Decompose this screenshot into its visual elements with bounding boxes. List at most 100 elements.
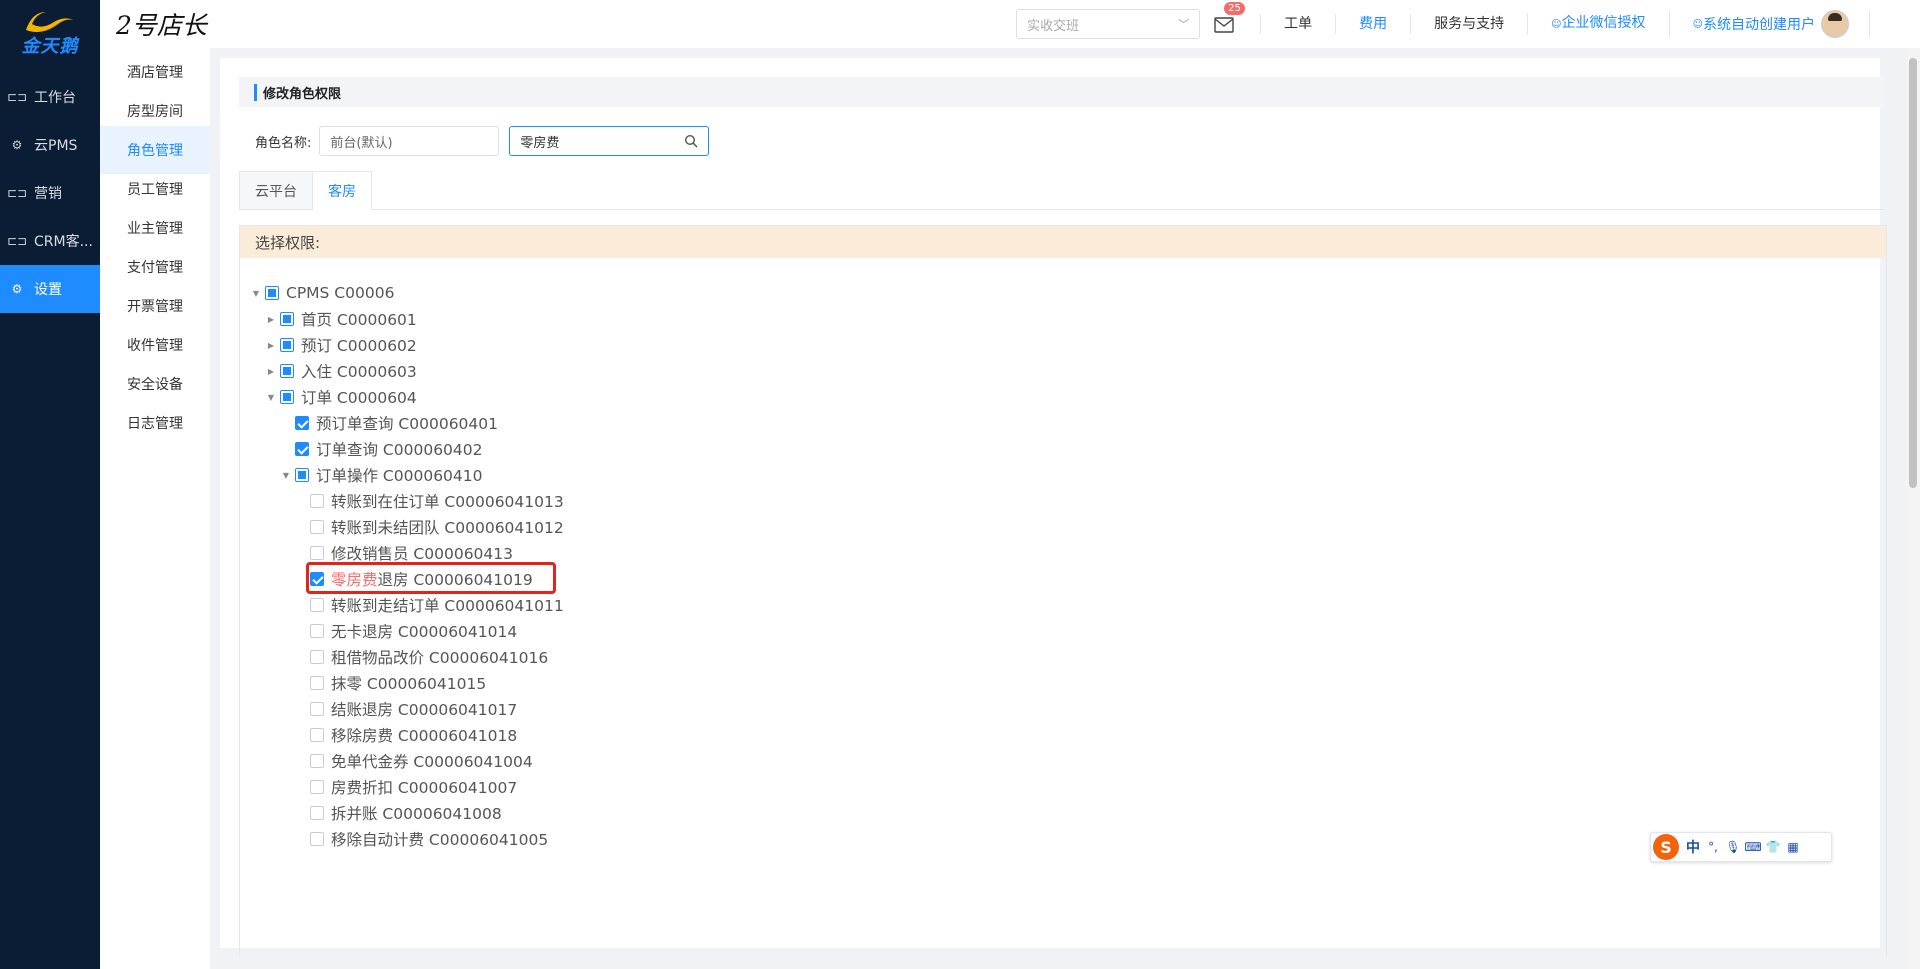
role-name-value: 前台(默认) bbox=[330, 135, 393, 151]
shift-select[interactable]: 实收交班 ﹀ bbox=[1016, 9, 1201, 39]
tree-checkbox[interactable] bbox=[295, 416, 309, 430]
sidebar-item-2[interactable]: ⊏⊐ 营销 bbox=[0, 169, 100, 217]
dashboard-icon: ⊏⊐ bbox=[6, 90, 28, 104]
tree-checkbox[interactable] bbox=[280, 390, 294, 404]
sidebar-item-label: 设置 bbox=[34, 282, 62, 298]
role-name-input[interactable]: 前台(默认) bbox=[319, 126, 500, 156]
search-match-text: 零房费 bbox=[331, 571, 378, 589]
tree-checkbox[interactable] bbox=[310, 650, 324, 664]
mail-count-badge: 25 bbox=[1224, 2, 1245, 15]
sidebar-item-3[interactable]: ⊏⊐ CRM客... bbox=[0, 217, 100, 265]
tree-checkbox[interactable] bbox=[310, 572, 324, 586]
tree-node-label: 转账到在住订单 C00006041013 bbox=[331, 493, 564, 511]
tree-checkbox[interactable] bbox=[310, 806, 324, 820]
skin-icon[interactable]: 👕 bbox=[1763, 840, 1783, 854]
role-name-label: 角色名称: bbox=[255, 135, 312, 151]
keyboard-icon[interactable]: ⌨ bbox=[1743, 840, 1763, 854]
service-support-link[interactable]: 服务与支持 bbox=[1410, 14, 1527, 34]
logo[interactable]: 金天鹅 bbox=[0, 0, 100, 62]
tree-node-label: 转账到走结订单 C00006041011 bbox=[331, 597, 564, 615]
top-header: 2号店长 实收交班 ﹀ 25 工单 费用 服务与支持 ☺企业微信授权 ☺ 系统自… bbox=[100, 0, 1920, 48]
tree-node-label: 首页 C0000601 bbox=[301, 311, 417, 329]
tree-checkbox[interactable] bbox=[310, 754, 324, 768]
tree-checkbox[interactable] bbox=[265, 286, 279, 300]
sidebar-item-4[interactable]: ⚙ 设置 bbox=[0, 265, 100, 313]
ime-lang-toggle[interactable]: 中 bbox=[1683, 837, 1703, 857]
microphone-icon[interactable]: 🎙 bbox=[1723, 840, 1743, 854]
tree-checkbox[interactable] bbox=[280, 364, 294, 378]
crm-icon: ⊏⊐ bbox=[6, 234, 28, 248]
sidebar-item-label: 云PMS bbox=[34, 138, 78, 154]
tree-checkbox[interactable] bbox=[280, 312, 294, 326]
tree-checkbox[interactable] bbox=[310, 702, 324, 716]
expense-link[interactable]: 费用 bbox=[1335, 14, 1410, 34]
permission-search-input[interactable]: 零房费 bbox=[509, 126, 710, 156]
user-outline-icon: ☺ bbox=[1692, 18, 1703, 30]
tree-node[interactable]: ▶移除自动计费 C00006041005 bbox=[240, 823, 1886, 855]
tree-node-label: 退房 C00006041019 bbox=[377, 571, 533, 589]
work-order-link[interactable]: 工单 bbox=[1260, 14, 1335, 34]
submenu-item[interactable]: 日志管理 bbox=[100, 399, 210, 447]
logo-text: 金天鹅 bbox=[21, 36, 79, 57]
tree-checkbox[interactable] bbox=[310, 546, 324, 560]
sidebar-item-0[interactable]: ⊏⊐ 工作台 bbox=[0, 73, 100, 121]
tree-node-label: 租借物品改价 C00006041016 bbox=[331, 649, 549, 667]
tree-node-label: 订单 C0000604 bbox=[301, 389, 417, 407]
gear-icon: ⚙ bbox=[11, 138, 23, 152]
avatar[interactable] bbox=[1821, 10, 1849, 38]
caret-down-icon[interactable]: ▼ bbox=[262, 393, 280, 402]
tree-node-label: 移除自动计费 C00006041005 bbox=[331, 831, 549, 849]
caret-down-icon[interactable]: ▼ bbox=[277, 471, 295, 480]
tree-node-label: 预订单查询 C000060401 bbox=[316, 415, 499, 433]
title-accent-bar bbox=[254, 83, 257, 101]
ime-punct-toggle[interactable]: °, bbox=[1703, 840, 1723, 854]
sidebar-item-1[interactable]: ⚙ 云PMS bbox=[0, 121, 100, 169]
sidebar-item-label: 营销 bbox=[34, 186, 62, 202]
tree-node-label: CPMS C00006 bbox=[286, 284, 395, 302]
tree-checkbox[interactable] bbox=[310, 624, 324, 638]
envelope-icon bbox=[1214, 17, 1234, 33]
tree-node-label: 拆并账 C00006041008 bbox=[331, 805, 502, 823]
tree-checkbox[interactable] bbox=[310, 832, 324, 846]
page-scrollbar[interactable] bbox=[1906, 48, 1920, 969]
chevron-down-icon: ﹀ bbox=[1178, 18, 1190, 31]
wechat-auth-label: 企业微信授权 bbox=[1561, 15, 1646, 31]
tab-cloud-platform[interactable]: 云平台 bbox=[239, 171, 313, 209]
permission-header: 选择权限: bbox=[240, 226, 1886, 258]
tree-checkbox[interactable] bbox=[310, 780, 324, 794]
tree-node-label: 移除房费 C00006041018 bbox=[331, 727, 518, 745]
sidebar-item-label: 工作台 bbox=[34, 90, 76, 106]
tree-node-label: 入住 C0000603 bbox=[301, 363, 417, 381]
tree-checkbox[interactable] bbox=[280, 338, 294, 352]
tree-node-label: 房费折扣 C00006041007 bbox=[331, 779, 518, 797]
caret-right-icon[interactable]: ▶ bbox=[262, 341, 280, 350]
tree-checkbox[interactable] bbox=[295, 442, 309, 456]
tree-checkbox[interactable] bbox=[310, 598, 324, 612]
main-sidebar: 金天鹅 ⊏⊐ 工作台 ⚙ 云PMS ⊏⊐ 营销 ⊏⊐ CRM客... ⚙ 设置 bbox=[0, 0, 100, 969]
tree-checkbox[interactable] bbox=[310, 728, 324, 742]
marketing-icon: ⊏⊐ bbox=[6, 186, 28, 200]
mail-button[interactable]: 25 bbox=[1214, 2, 1245, 34]
scrollbar-thumb[interactable] bbox=[1909, 58, 1917, 488]
tab-guest-room[interactable]: 客房 bbox=[312, 171, 372, 210]
permission-search-value: 零房费 bbox=[520, 135, 560, 151]
caret-down-icon[interactable]: ▼ bbox=[247, 289, 265, 298]
tree-node-label: 修改销售员 C000060413 bbox=[331, 545, 514, 563]
tree-checkbox[interactable] bbox=[310, 676, 324, 690]
ime-toolbar[interactable]: S 中 °, 🎙 ⌨ 👕 ▦ bbox=[1650, 832, 1832, 862]
shift-select-placeholder: 实收交班 bbox=[1027, 18, 1080, 34]
search-icon[interactable] bbox=[684, 134, 698, 148]
grid-menu-icon[interactable]: ▦ bbox=[1783, 840, 1803, 854]
settings-submenu: 酒店管理 房型房间 角色管理 员工管理 业主管理 支付管理 开票管理 收件管理 安全设备 日志管理 bbox=[100, 48, 210, 969]
tree-checkbox[interactable] bbox=[295, 468, 309, 482]
user-outline-icon: ☺ bbox=[1551, 19, 1562, 30]
user-menu[interactable]: ☺ 系统自动创建用户 bbox=[1668, 10, 1870, 38]
tree-checkbox[interactable] bbox=[310, 520, 324, 534]
sogou-logo-icon[interactable]: S bbox=[1653, 834, 1679, 860]
caret-right-icon[interactable]: ▶ bbox=[262, 367, 280, 376]
caret-right-icon[interactable]: ▶ bbox=[262, 315, 280, 324]
tree-node-label: 无卡退房 C00006041014 bbox=[331, 623, 518, 641]
wechat-auth-link[interactable]: ☺企业微信授权 bbox=[1527, 13, 1668, 35]
tree-node-label: 订单查询 C000060402 bbox=[316, 441, 483, 459]
tree-checkbox[interactable] bbox=[310, 494, 324, 508]
